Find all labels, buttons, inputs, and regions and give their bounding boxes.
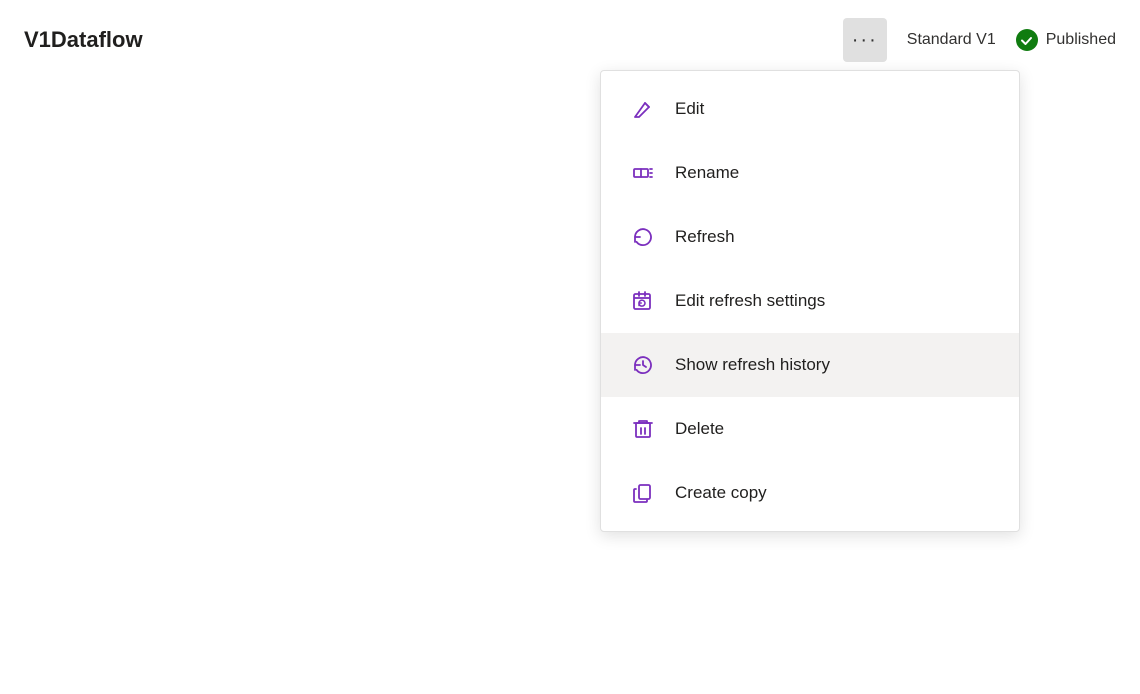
delete-icon	[629, 415, 657, 443]
header-right: ··· Standard V1 Published	[843, 18, 1116, 62]
menu-label-delete: Delete	[675, 419, 724, 439]
calendar-refresh-icon	[629, 287, 657, 315]
menu-item-edit[interactable]: Edit	[601, 77, 1019, 141]
header-bar: V1Dataflow ··· Standard V1 Published	[0, 0, 1140, 80]
menu-label-edit: Edit	[675, 99, 704, 119]
published-badge: Published	[1016, 29, 1116, 51]
menu-label-create-copy: Create copy	[675, 483, 767, 503]
context-menu: Edit Rename Refresh	[600, 70, 1020, 532]
menu-item-rename[interactable]: Rename	[601, 141, 1019, 205]
copy-icon	[629, 479, 657, 507]
menu-label-rename: Rename	[675, 163, 739, 183]
edit-icon	[629, 95, 657, 123]
more-button[interactable]: ···	[843, 18, 887, 62]
menu-label-show-refresh-history: Show refresh history	[675, 355, 830, 375]
menu-item-refresh[interactable]: Refresh	[601, 205, 1019, 269]
dataflow-title: V1Dataflow	[24, 27, 143, 53]
standard-label: Standard V1	[907, 31, 996, 49]
refresh-icon	[629, 223, 657, 251]
menu-label-edit-refresh-settings: Edit refresh settings	[675, 291, 825, 311]
menu-item-create-copy[interactable]: Create copy	[601, 461, 1019, 525]
rename-icon	[629, 159, 657, 187]
menu-item-show-refresh-history[interactable]: Show refresh history	[601, 333, 1019, 397]
menu-item-delete[interactable]: Delete	[601, 397, 1019, 461]
menu-item-edit-refresh-settings[interactable]: Edit refresh settings	[601, 269, 1019, 333]
history-refresh-icon	[629, 351, 657, 379]
menu-label-refresh: Refresh	[675, 227, 735, 247]
published-label: Published	[1046, 31, 1116, 49]
published-check-icon	[1016, 29, 1038, 51]
